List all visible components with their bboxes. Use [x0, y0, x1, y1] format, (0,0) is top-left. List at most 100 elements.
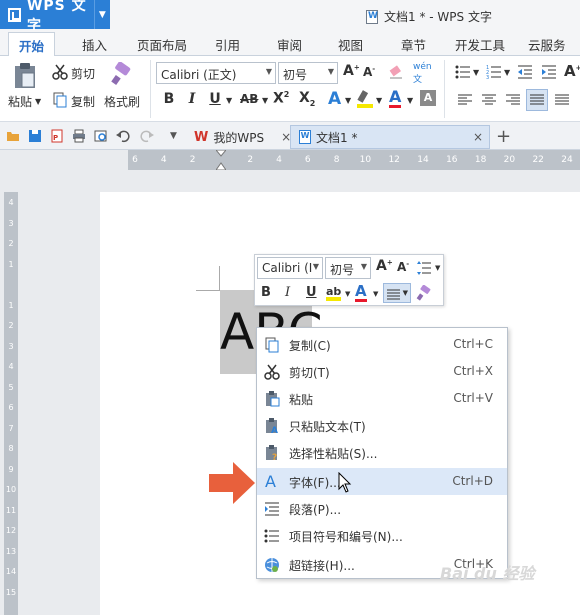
- format-painter-icon[interactable]: [416, 284, 432, 301]
- mini-toolbar: Calibri (I ▼ 初号 ▼ A+ A- ▼ B I U ab ▼ A ▼ ▼: [254, 254, 444, 306]
- italic-icon[interactable]: I: [183, 91, 201, 107]
- menu-item-paragraph[interactable]: 段落(P)...: [257, 495, 507, 522]
- tab-developer[interactable]: 开发工具: [455, 35, 505, 54]
- tab-view[interactable]: 视图: [338, 35, 363, 54]
- tab-section[interactable]: 章节: [401, 35, 426, 54]
- subscript-icon[interactable]: X2: [299, 90, 315, 108]
- watermark: Bai du 经验: [440, 564, 535, 583]
- menu-item-shortcut: Ctrl+X: [453, 364, 493, 378]
- chevron-down-icon[interactable]: ▼: [373, 290, 378, 298]
- bold-icon[interactable]: B: [160, 91, 178, 107]
- char-shading-icon[interactable]: A: [420, 90, 436, 106]
- underline-icon[interactable]: U: [206, 91, 224, 107]
- font-name-select[interactable]: Calibri (正文) ▼: [156, 62, 276, 84]
- tab-page-layout[interactable]: 页面布局: [137, 35, 187, 54]
- export-pdf-icon[interactable]: P: [50, 129, 64, 143]
- grow-font-icon[interactable]: A+: [376, 258, 393, 274]
- font-size-select[interactable]: 初号 ▼: [278, 62, 338, 84]
- justify-icon[interactable]: [526, 89, 548, 111]
- close-icon[interactable]: ×: [473, 130, 483, 144]
- menu-item-copy[interactable]: 复制(C) Ctrl+C: [257, 331, 507, 358]
- grow-font-icon[interactable]: A+: [343, 63, 360, 79]
- decrease-indent-icon[interactable]: [517, 64, 533, 80]
- chevron-down-icon[interactable]: ▼: [407, 96, 413, 105]
- text-effect-icon[interactable]: A: [328, 89, 341, 109]
- wps-logo-icon: W: [194, 129, 209, 145]
- tab-review[interactable]: 审阅: [277, 35, 302, 54]
- menu-item-font[interactable]: A 字体(F)... Ctrl+D: [257, 468, 507, 495]
- mini-align-button[interactable]: ▼: [383, 283, 411, 303]
- line-spacing-icon[interactable]: [416, 260, 432, 276]
- tab-insert[interactable]: 插入: [82, 35, 107, 54]
- underline-icon[interactable]: U: [306, 285, 317, 300]
- distributed-align-icon[interactable]: [555, 93, 569, 107]
- chevron-down-icon[interactable]: ▼: [170, 131, 177, 141]
- bold-icon[interactable]: B: [261, 285, 271, 300]
- wps-logo-icon: [8, 7, 21, 22]
- window-title-text: 文档1 * - WPS 文字: [384, 10, 492, 24]
- save-icon[interactable]: [28, 129, 42, 143]
- chevron-down-icon[interactable]: ▼: [345, 96, 351, 105]
- italic-icon[interactable]: I: [285, 285, 290, 300]
- chevron-down-icon[interactable]: ▼: [435, 264, 440, 272]
- pinyin-guide-icon[interactable]: wén 文: [413, 62, 437, 85]
- tab-references[interactable]: 引用: [215, 35, 240, 54]
- strikethrough-icon[interactable]: AB: [240, 92, 258, 106]
- font-color-icon[interactable]: A: [355, 283, 367, 302]
- svg-text:3: 3: [486, 75, 489, 80]
- undo-icon[interactable]: [116, 129, 130, 143]
- format-painter-button[interactable]: 格式刷: [104, 93, 140, 110]
- tab-document1[interactable]: W 文档1 * ×: [290, 125, 490, 149]
- align-left-icon[interactable]: [458, 93, 472, 107]
- app-menu-button[interactable]: WPS 文字 ▼: [0, 0, 110, 34]
- tab-my-wps[interactable]: W 我的WPS ×: [186, 125, 300, 149]
- mini-font-size-select[interactable]: 初号 ▼: [325, 257, 371, 279]
- format-painter-icon[interactable]: [110, 61, 134, 88]
- clear-format-icon[interactable]: [388, 64, 404, 80]
- menu-item-label: 只粘贴文本(T): [289, 420, 366, 434]
- bullets-icon[interactable]: [455, 64, 471, 80]
- chevron-down-icon[interactable]: ▼: [262, 96, 268, 105]
- align-right-icon[interactable]: [506, 93, 520, 107]
- mini-font-size-value: 初号: [330, 263, 355, 277]
- shrink-font-icon[interactable]: A-: [363, 65, 375, 79]
- chevron-down-icon[interactable]: ▼: [504, 68, 510, 77]
- numbering-icon[interactable]: 123: [486, 64, 502, 81]
- new-tab-icon[interactable]: +: [496, 126, 511, 147]
- ruler-tick: 4: [276, 155, 282, 165]
- redo-icon[interactable]: [140, 129, 154, 143]
- menu-item-paste-special[interactable]: ? 选择性粘贴(S)...: [257, 439, 507, 466]
- open-folder-icon[interactable]: [6, 129, 20, 143]
- shrink-font-icon[interactable]: A-: [397, 260, 409, 274]
- chevron-down-icon[interactable]: ▼: [473, 68, 479, 77]
- highlight-icon[interactable]: ab: [325, 284, 343, 302]
- paste-button[interactable]: 粘贴 ▼: [8, 93, 41, 110]
- align-center-icon[interactable]: [482, 93, 496, 107]
- paste-icon[interactable]: [12, 62, 38, 90]
- indent-marker-icon[interactable]: [214, 149, 228, 171]
- context-menu: 复制(C) Ctrl+C 剪切(T) Ctrl+X 粘贴 Ctrl+V A 只粘…: [256, 327, 508, 579]
- chevron-down-icon[interactable]: ▼: [345, 290, 350, 298]
- menu-item-paste[interactable]: 粘贴 Ctrl+V: [257, 385, 507, 412]
- font-color-icon[interactable]: A: [389, 88, 402, 108]
- menu-item-bullets-numbering[interactable]: 项目符号和编号(N)...: [257, 522, 507, 549]
- text-direction-icon[interactable]: A+: [564, 62, 580, 80]
- increase-indent-icon[interactable]: [541, 64, 557, 80]
- menu-item-paste-text-only[interactable]: A 只粘贴文本(T): [257, 412, 507, 439]
- font-icon: A: [265, 472, 276, 491]
- tab-cloud[interactable]: 云服务: [528, 35, 566, 54]
- tab-home[interactable]: 开始: [8, 32, 56, 57]
- copy-button[interactable]: 复制: [52, 92, 95, 111]
- superscript-icon[interactable]: X2: [273, 90, 289, 107]
- justify-icon: [387, 289, 400, 300]
- cut-button[interactable]: 剪切: [52, 64, 95, 83]
- chevron-down-icon[interactable]: ▼: [376, 96, 382, 105]
- menu-item-cut[interactable]: 剪切(T) Ctrl+X: [257, 358, 507, 385]
- chevron-down-icon[interactable]: ▼: [226, 96, 232, 105]
- mini-font-name-select[interactable]: Calibri (I ▼: [257, 257, 323, 279]
- ribbon-tabs: 开始 插入 页面布局 引用 审阅 视图 章节 开发工具 云服务: [0, 30, 580, 57]
- chevron-down-icon[interactable]: ▼: [93, 0, 110, 29]
- highlight-icon[interactable]: [356, 89, 374, 109]
- print-preview-icon[interactable]: [94, 129, 108, 143]
- print-icon[interactable]: [72, 129, 86, 143]
